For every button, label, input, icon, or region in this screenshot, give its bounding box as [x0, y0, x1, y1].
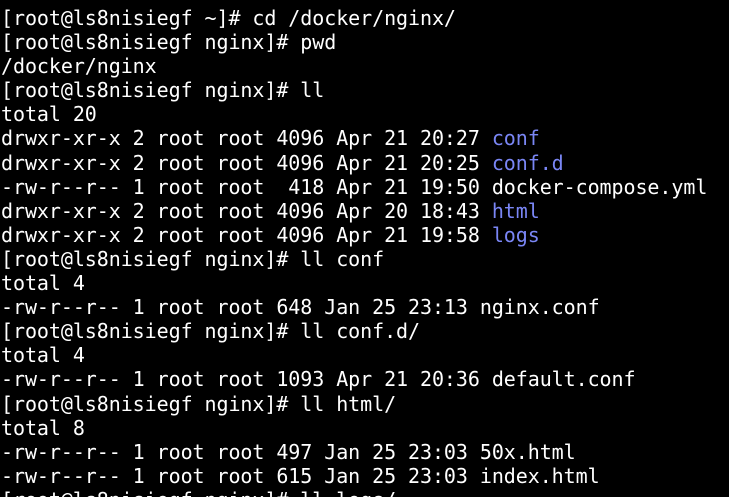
listing-entry-50x-html: -rw-r--r-- 1 root root 497 Jan 25 23:03 … — [0, 440, 729, 464]
listing-entry-meta: -rw-r--r-- 1 root root 648 Jan 25 23:13 — [1, 295, 480, 320]
terminal-line-total: total 4 — [1, 343, 85, 368]
terminal-line-prompt-ll-logs-partial: [root@ls8nisiegf nginx]# ll logs/ — [0, 488, 729, 497]
terminal-window[interactable]: [root@ls8nisiegf ~]# cd /docker/nginx/ [… — [0, 0, 729, 497]
terminal-line-total: total 4 — [1, 271, 85, 296]
listing-entry-meta: -rw-r--r-- 1 root root 615 Jan 25 23:03 — [1, 463, 480, 488]
listing-entry-meta: -rw-r--r-- 1 root root 1093 Apr 21 20:36 — [1, 367, 492, 392]
terminal-line-prompt-ll-html: [root@ls8nisiegf nginx]# ll html/ — [1, 391, 397, 416]
terminal-line-total: total 20 — [1, 102, 97, 127]
terminal-line-total: total 8 — [1, 415, 85, 440]
listing-entry-conf-d: drwxr-xr-x 2 root root 4096 Apr 21 20:25… — [0, 151, 729, 175]
listing-entry-meta: drwxr-xr-x 2 root root 4096 Apr 20 18:43 — [1, 198, 492, 223]
terminal-line-prompt-cd: [root@ls8nisiegf ~]# cd /docker/nginx/ — [1, 6, 456, 30]
listing-entry-default-conf: -rw-r--r-- 1 root root 1093 Apr 21 20:36… — [0, 367, 729, 391]
directory-name: conf — [491, 126, 540, 151]
terminal-line-prompt-pwd: [root@ls8nisiegf nginx]# pwd — [1, 30, 337, 55]
terminal-line-output-path: /docker/nginx — [1, 54, 157, 79]
listing-entry-meta: -rw-r--r-- 1 root root 497 Jan 25 23:03 — [1, 439, 480, 464]
terminal-line-prompt-ll-conf-d: [root@ls8nisiegf nginx]# ll conf.d/ — [1, 319, 420, 344]
file-name: nginx.conf — [479, 295, 600, 320]
terminal-line-prompt-ll-conf: [root@ls8nisiegf nginx]# ll conf — [1, 246, 385, 271]
file-name: docker-compose.yml — [491, 174, 708, 199]
directory-name: logs — [491, 222, 540, 247]
listing-entry-meta: drwxr-xr-x 2 root root 4096 Apr 21 20:27 — [1, 126, 492, 151]
file-name: default.conf — [491, 367, 636, 392]
terminal-line-prompt-ll: [root@ls8nisiegf nginx]# ll — [1, 78, 325, 103]
listing-entry-nginx-conf: -rw-r--r-- 1 root root 648 Jan 25 23:13 … — [0, 295, 729, 319]
listing-entry-meta: -rw-r--r-- 1 root root 418 Apr 21 19:50 — [1, 174, 492, 199]
listing-entry-logs: drwxr-xr-x 2 root root 4096 Apr 21 19:58… — [0, 223, 729, 247]
directory-name: html — [491, 198, 540, 223]
directory-name: conf.d — [491, 150, 564, 175]
listing-entry-meta: drwxr-xr-x 2 root root 4096 Apr 21 19:58 — [1, 222, 492, 247]
listing-entry-meta: drwxr-xr-x 2 root root 4096 Apr 21 20:25 — [1, 150, 492, 175]
listing-entry-docker-compose: -rw-r--r-- 1 root root 418 Apr 21 19:50 … — [0, 175, 729, 199]
file-name: index.html — [479, 463, 600, 488]
file-name: 50x.html — [479, 439, 576, 464]
listing-entry-html: drwxr-xr-x 2 root root 4096 Apr 20 18:43… — [0, 199, 729, 223]
listing-entry-index-html: -rw-r--r-- 1 root root 615 Jan 25 23:03 … — [0, 464, 729, 488]
listing-entry-conf: drwxr-xr-x 2 root root 4096 Apr 21 20:27… — [0, 126, 729, 150]
